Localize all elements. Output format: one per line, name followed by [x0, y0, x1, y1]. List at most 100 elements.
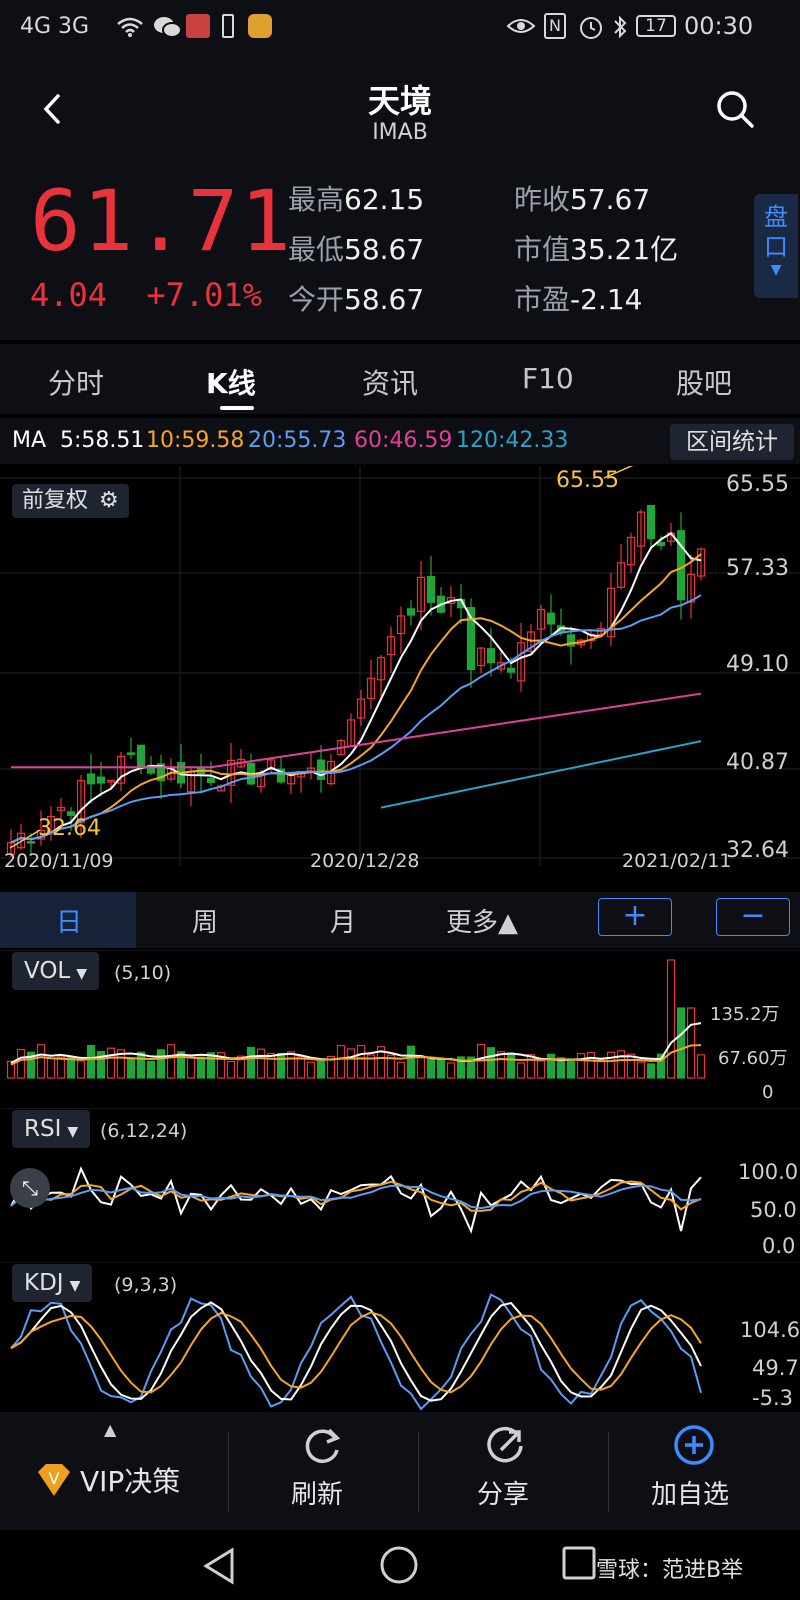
volume-bar — [356, 1044, 366, 1079]
period-week[interactable]: 周 — [192, 902, 218, 939]
price-change: 4.04 +7.01% — [30, 276, 262, 314]
candle-body — [676, 530, 686, 601]
ma120-line — [380, 740, 702, 809]
collapse-expand-icon[interactable]: ⤡ — [10, 1168, 50, 1208]
volume-bar — [526, 1054, 536, 1079]
volume-bar — [56, 1056, 66, 1079]
interval-stats-button[interactable]: 区间统计 — [670, 424, 794, 460]
change-amount: 4.04 — [30, 276, 108, 314]
pankou-label: 盘口 — [764, 203, 788, 261]
search-icon[interactable] — [712, 86, 758, 132]
volume-bar — [446, 1062, 456, 1079]
volume-bar — [196, 1056, 206, 1079]
rsi-tick-1: 50.0 — [750, 1198, 797, 1222]
ma5-value: 5:58.51 — [60, 428, 145, 453]
vip-decision-button[interactable]: ▲ V VIP决策 — [0, 1412, 228, 1530]
candle-body — [316, 759, 326, 780]
tab-f10[interactable]: F10 — [522, 362, 574, 395]
y-tick-1: 57.33 — [726, 556, 789, 581]
gear-icon: ⚙ — [99, 488, 119, 513]
candle-body — [66, 811, 76, 816]
volume-bar — [436, 1058, 446, 1079]
nav-back-icon[interactable] — [200, 1546, 240, 1586]
candle-body — [206, 777, 216, 783]
rsi-label: RSI — [24, 1116, 62, 1142]
stock-ticker: IMAB — [372, 120, 428, 145]
volume-bar — [336, 1044, 346, 1079]
candle-body — [506, 667, 516, 673]
period-month[interactable]: 月 — [330, 902, 356, 939]
tab-kline[interactable]: K线 — [206, 362, 256, 402]
caret-down-icon: ▼ — [76, 966, 88, 982]
volume-bar — [606, 1051, 616, 1079]
refresh-icon — [305, 1428, 341, 1463]
add-watchlist-button[interactable]: 加自选 — [609, 1412, 800, 1530]
volume-bar — [586, 1052, 596, 1079]
volume-bar — [596, 1059, 606, 1079]
volume-bar — [346, 1048, 356, 1079]
pankou-button[interactable]: 盘口 ▼ — [754, 194, 798, 298]
stat-low: 最低58.67 — [288, 233, 425, 266]
adjust-label: 前复权 — [22, 488, 89, 513]
zoom-in-button[interactable]: + — [598, 898, 672, 936]
system-nav-bar: 雪球：范进B举 — [0, 1530, 800, 1600]
bluetooth-icon — [612, 14, 628, 44]
add-icon — [674, 1425, 714, 1465]
refresh-button[interactable]: 刷新 — [229, 1412, 418, 1530]
tab-bar: 分时 K线 资讯 F10 股吧 — [0, 344, 800, 414]
kdj-k-line — [10, 1301, 702, 1402]
volume-bar — [666, 959, 676, 1079]
stat-prev-close: 昨收57.67 — [514, 183, 651, 216]
volume-bar — [226, 1060, 236, 1079]
volume-bar — [616, 1050, 626, 1079]
add-watchlist-label: 加自选 — [651, 1480, 730, 1510]
nav-recents-icon[interactable] — [560, 1544, 600, 1584]
nfc-icon: N — [544, 13, 566, 39]
kdj-selector[interactable]: KDJ ▼ — [12, 1264, 93, 1302]
wifi-icon — [116, 16, 144, 42]
volume-bar — [286, 1051, 296, 1079]
ma20-value: 20:55.73 — [248, 428, 347, 453]
nav-home-icon[interactable] — [378, 1544, 420, 1586]
rsi6-line — [10, 1166, 702, 1234]
volume-bar — [506, 1052, 516, 1079]
stat-market-cap: 市值35.21亿 — [514, 233, 679, 266]
app-notification-icon — [186, 14, 210, 38]
volume-bar — [36, 1044, 46, 1079]
stat-high: 最高62.15 — [288, 183, 425, 216]
status-bar: 4G 3G N 17 00:30 — [0, 0, 800, 54]
rsi-selector[interactable]: RSI ▼ — [12, 1110, 91, 1148]
candle-body — [426, 575, 436, 603]
app-icon — [248, 14, 272, 38]
share-button[interactable]: 分享 — [419, 1412, 608, 1530]
volume-bar — [166, 1044, 176, 1079]
vol-selector[interactable]: VOL ▼ — [12, 952, 100, 990]
period-more[interactable]: 更多▲ — [446, 902, 518, 939]
vol-params: (5,10) — [114, 962, 172, 984]
rsi-tick-2: 0.0 — [762, 1234, 796, 1258]
volume-bar — [76, 1060, 86, 1079]
battery-icon: 17 — [636, 15, 676, 37]
adjust-button[interactable]: 前复权 ⚙ — [12, 484, 129, 518]
ma60-value: 60:46.59 — [354, 428, 453, 453]
tab-intraday[interactable]: 分时 — [48, 362, 104, 402]
kline-chart[interactable]: 前复权 ⚙ 65.55 57.33 49.10 40.87 32.64 2020… — [0, 466, 800, 890]
ma60-line — [11, 692, 702, 769]
tab-forum[interactable]: 股吧 — [676, 362, 732, 402]
period-day[interactable]: 日 — [56, 902, 82, 939]
volume-bar — [266, 1052, 276, 1079]
volume-bar — [406, 1045, 416, 1079]
x-tick-0: 2020/11/09 — [4, 850, 114, 872]
volume-bar — [46, 1057, 56, 1079]
volume-bar — [546, 1053, 556, 1079]
tab-news[interactable]: 资讯 — [362, 362, 418, 402]
volume-bar — [676, 1007, 686, 1079]
volume-bar — [686, 1007, 696, 1079]
zoom-out-button[interactable]: − — [716, 898, 790, 936]
x-tick-1: 2020/12/28 — [310, 850, 420, 872]
volume-bar — [156, 1049, 166, 1079]
y-tick-2: 49.10 — [726, 652, 789, 677]
volume-bar — [16, 1048, 26, 1079]
y-tick-4: 32.64 — [726, 838, 789, 863]
volume-bar — [426, 1058, 436, 1079]
